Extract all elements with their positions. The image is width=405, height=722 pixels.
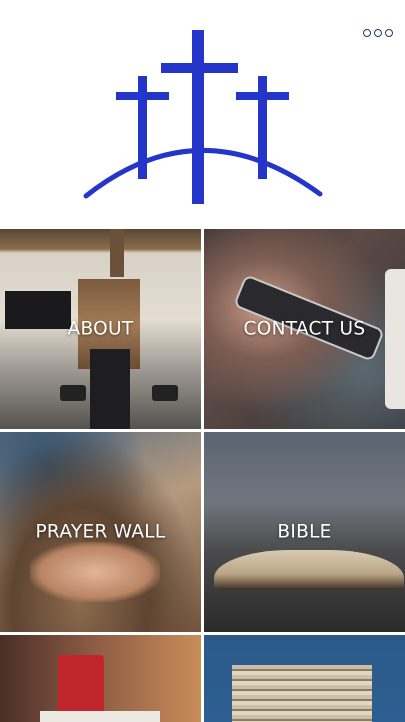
paper — [40, 711, 160, 722]
menu-dot — [374, 29, 382, 37]
stage-speaker — [152, 385, 178, 401]
tile-about[interactable]: ABOUT — [0, 229, 201, 429]
three-crosses-logo-icon — [83, 30, 323, 204]
stage-speaker — [60, 385, 86, 401]
tile-prayer-wall[interactable]: PRAYER WALL — [0, 432, 201, 632]
tile-label: PRAYER WALL — [35, 521, 166, 543]
tile-fifth[interactable] — [0, 635, 201, 722]
red-mug — [58, 655, 104, 717]
praying-hands — [30, 542, 160, 602]
book-stack — [232, 665, 372, 722]
tile-label: BIBLE — [277, 521, 332, 543]
open-book — [214, 550, 404, 590]
tile-bible[interactable]: BIBLE — [204, 432, 405, 632]
tile-label: CONTACT US — [243, 318, 366, 340]
more-options-icon[interactable] — [363, 26, 393, 40]
podium — [90, 349, 130, 429]
ceiling-beam — [110, 229, 124, 277]
menu-dot — [385, 29, 393, 37]
tile-label: ABOUT — [67, 318, 134, 340]
tile-sixth[interactable] — [204, 635, 405, 722]
navigation-grid: ABOUT CONTACT US PRAYER WALL BIBLE — [0, 229, 405, 722]
menu-dot — [363, 29, 371, 37]
tile-contact-us[interactable]: CONTACT US — [204, 229, 405, 429]
header — [0, 0, 405, 229]
